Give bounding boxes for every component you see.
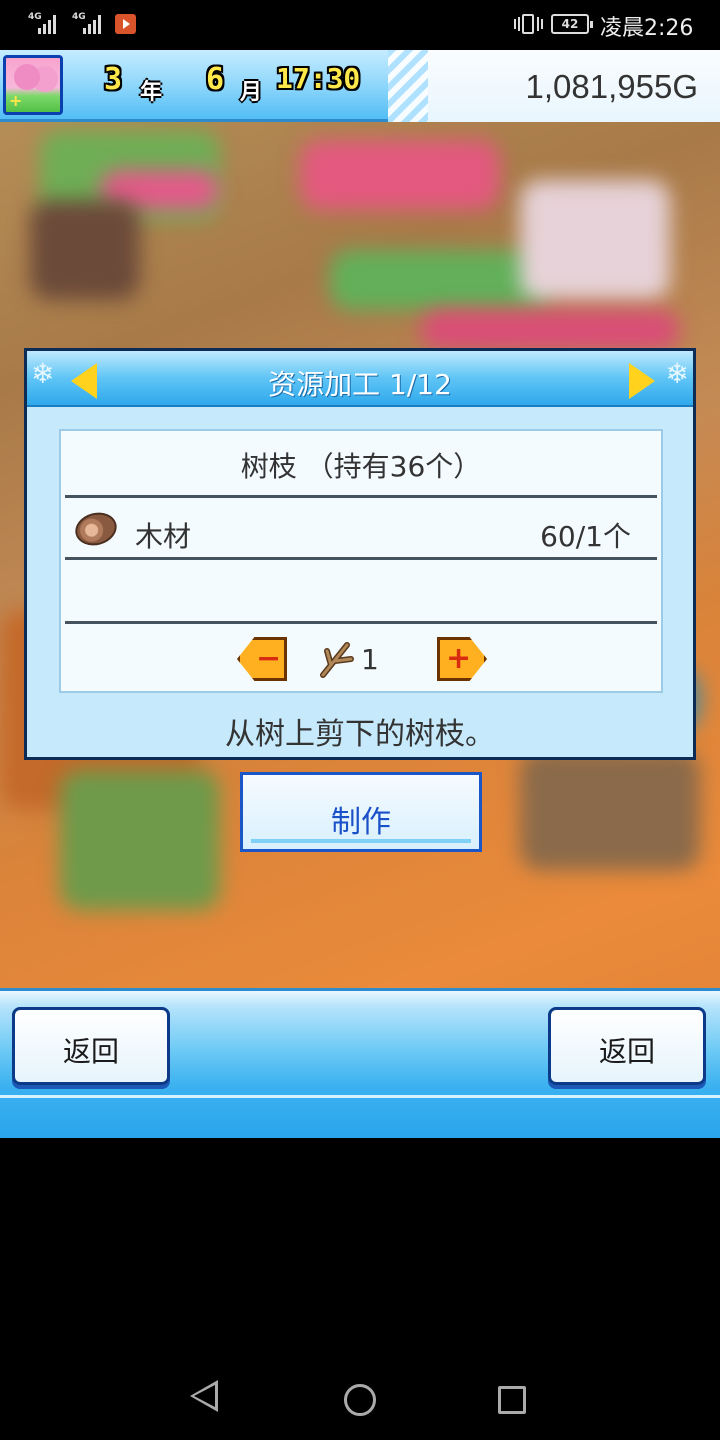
avatar[interactable] xyxy=(3,55,63,115)
nav-home-icon[interactable] xyxy=(344,1384,376,1416)
quantity-stepper: − 1 + xyxy=(61,629,661,691)
back-button-label: 返回 xyxy=(598,1035,655,1068)
quantity-value: 1 xyxy=(361,643,379,676)
increase-button[interactable]: + xyxy=(437,637,487,681)
top-hud: 3 年 6 月 17:30 1,081,955G xyxy=(0,50,720,122)
decrease-button[interactable]: − xyxy=(237,637,287,681)
screen-recorder-icon xyxy=(115,14,136,34)
vibrate-icon xyxy=(513,12,543,36)
status-time: 凌晨2:26 xyxy=(600,16,694,41)
make-button-label: 制作 xyxy=(331,805,391,840)
divider xyxy=(65,621,657,624)
year-unit: 年 xyxy=(140,80,163,105)
nav-recent-apps-icon[interactable] xyxy=(498,1386,526,1414)
divider xyxy=(65,495,657,498)
year-value: 3 xyxy=(104,62,123,97)
back-button[interactable]: 返回 xyxy=(548,1007,706,1085)
system-nav-bar xyxy=(0,1340,720,1440)
nav-back-icon[interactable] xyxy=(190,1380,218,1412)
game-view[interactable]: 3 年 6 月 17:30 1,081,955G ❄ ❄ 资源加工 1/12 树… xyxy=(0,50,720,1138)
dialog-title: 资源加工 1/12 xyxy=(268,368,452,401)
bg-bench xyxy=(520,750,700,870)
material-ratio: 60/1个 xyxy=(540,520,631,553)
signal-2-label: 4G xyxy=(72,12,86,22)
resource-processing-dialog: ❄ ❄ 资源加工 1/12 树枝 （持有36个） 木材 60/1个 − 1 + … xyxy=(24,348,696,760)
item-title: 树枝 （持有36个） xyxy=(240,450,482,483)
status-bar: 4G 4G 42 凌晨2:26 xyxy=(0,0,720,50)
minus-icon: − xyxy=(256,641,282,676)
back-button[interactable]: 返回 xyxy=(12,1007,170,1085)
bg-building xyxy=(520,180,670,300)
bg-building xyxy=(30,200,140,300)
dialog-header: ❄ ❄ 资源加工 1/12 xyxy=(27,351,693,407)
log-icon xyxy=(71,508,121,550)
bg-flowerbed xyxy=(420,310,680,350)
item-description: 从树上剪下的树枝。 xyxy=(225,717,495,752)
month-unit: 月 xyxy=(240,80,263,105)
month-value: 6 xyxy=(206,62,225,97)
branch-icon xyxy=(320,642,354,678)
clock: 17:30 xyxy=(276,62,361,95)
plus-icon: + xyxy=(446,641,472,676)
next-arrow-icon[interactable] xyxy=(629,363,655,399)
money-amount: 1,081,955G xyxy=(525,68,698,105)
money-panel: 1,081,955G xyxy=(388,50,720,122)
bg-flowerbed xyxy=(300,140,500,210)
make-button[interactable]: 制作 xyxy=(240,772,482,852)
material-row: 木材 60/1个 xyxy=(61,499,661,561)
signal-1-label: 4G xyxy=(28,12,42,22)
material-name: 木材 xyxy=(135,520,192,553)
bottom-bar: 返回 返回 xyxy=(0,988,720,1138)
bg-tree xyxy=(60,770,220,910)
bg-garden xyxy=(330,250,550,310)
item-panel: 树枝 （持有36个） 木材 60/1个 − 1 + xyxy=(59,429,663,693)
divider xyxy=(65,557,657,560)
back-button-label: 返回 xyxy=(62,1035,119,1068)
battery-icon: 42 xyxy=(551,14,593,34)
